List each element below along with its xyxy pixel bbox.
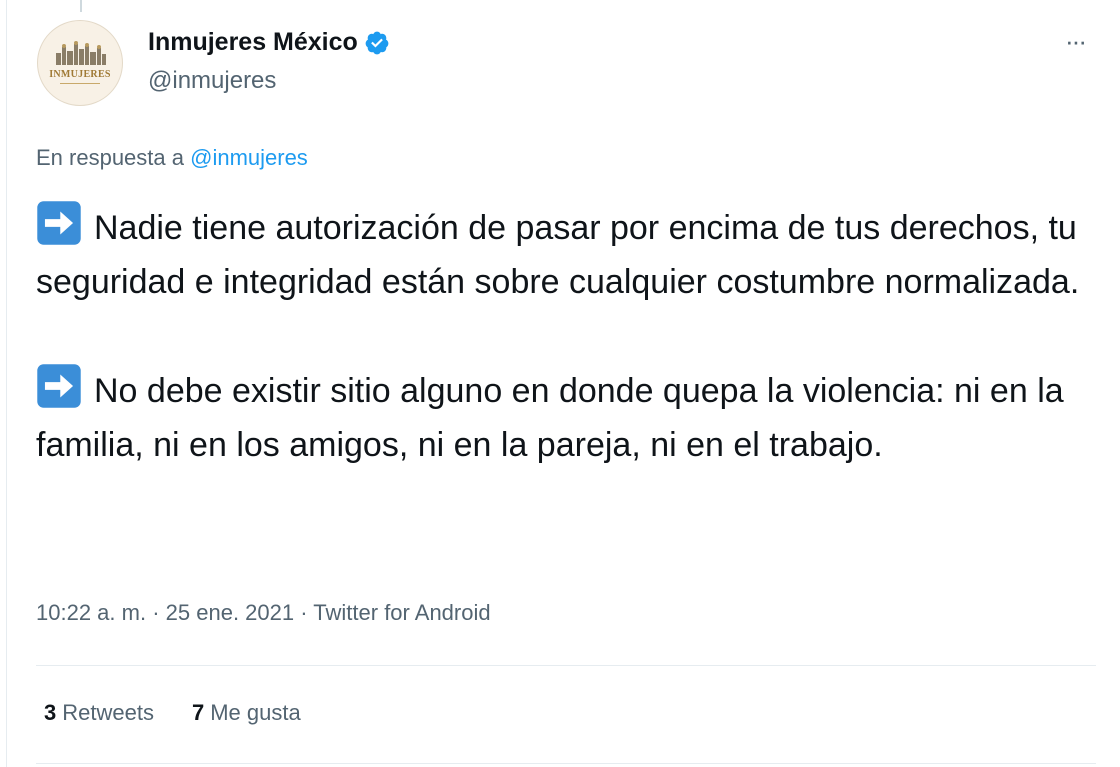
likes-stat[interactable]: 7 Me gusta [192,700,301,726]
likes-count: 7 [191,700,205,725]
tweet-metadata: 10:22 a. m. · 25 ene. 2021 · Twitter for… [36,600,491,626]
divider [36,763,1096,764]
thread-line [80,0,82,12]
avatar-logo-rule [60,83,100,84]
engagement-stats: 3 Retweets 7 Me gusta [44,700,301,726]
author-display-name[interactable]: Inmujeres México [148,28,358,57]
likes-label: Me gusta [210,700,301,725]
tweet-paragraph-text: No debe existir sitio alguno en donde qu… [36,372,1064,464]
tweet-source-link[interactable]: Twitter for Android [313,600,490,625]
tweet-date: 25 ene. 2021 [165,600,295,625]
meta-separator: · [152,600,160,625]
tweet-time: 10:22 a. m. [36,600,147,625]
retweets-count: 3 [44,700,57,725]
verified-badge-icon [365,31,389,54]
tweet-time-link[interactable]: 10:22 a. m. · 25 ene. 2021 [36,600,294,625]
skyline-logo-icon [56,41,106,65]
right-arrow-emoji-icon [37,201,81,245]
author-display-name-row[interactable]: Inmujeres México [148,28,390,57]
tweet-paragraph: No debe existir sitio alguno en donde qu… [36,363,1100,472]
retweets-stat[interactable]: 3 Retweets [44,700,154,726]
right-arrow-emoji-icon [37,364,81,408]
tweet-paragraph-text: Nadie tiene autorización de pasar por en… [36,209,1080,301]
author-handle[interactable]: @inmujeres [148,67,276,95]
retweets-label: Retweets [62,700,154,725]
reply-prefix: En respuesta a [36,145,184,170]
reply-handle-link[interactable]: @inmujeres [190,145,308,170]
avatar[interactable]: INMUJERES [37,20,123,106]
avatar-logo-text: INMUJERES [49,69,111,80]
reply-context: En respuesta a @inmujeres [36,145,308,171]
more-options-icon[interactable]: ··· [1058,26,1092,56]
tweet-paragraph: Nadie tiene autorización de pasar por en… [36,200,1100,309]
tweet-text: Nadie tiene autorización de pasar por en… [36,200,1100,472]
meta-separator: · [300,600,308,625]
divider [36,665,1096,666]
